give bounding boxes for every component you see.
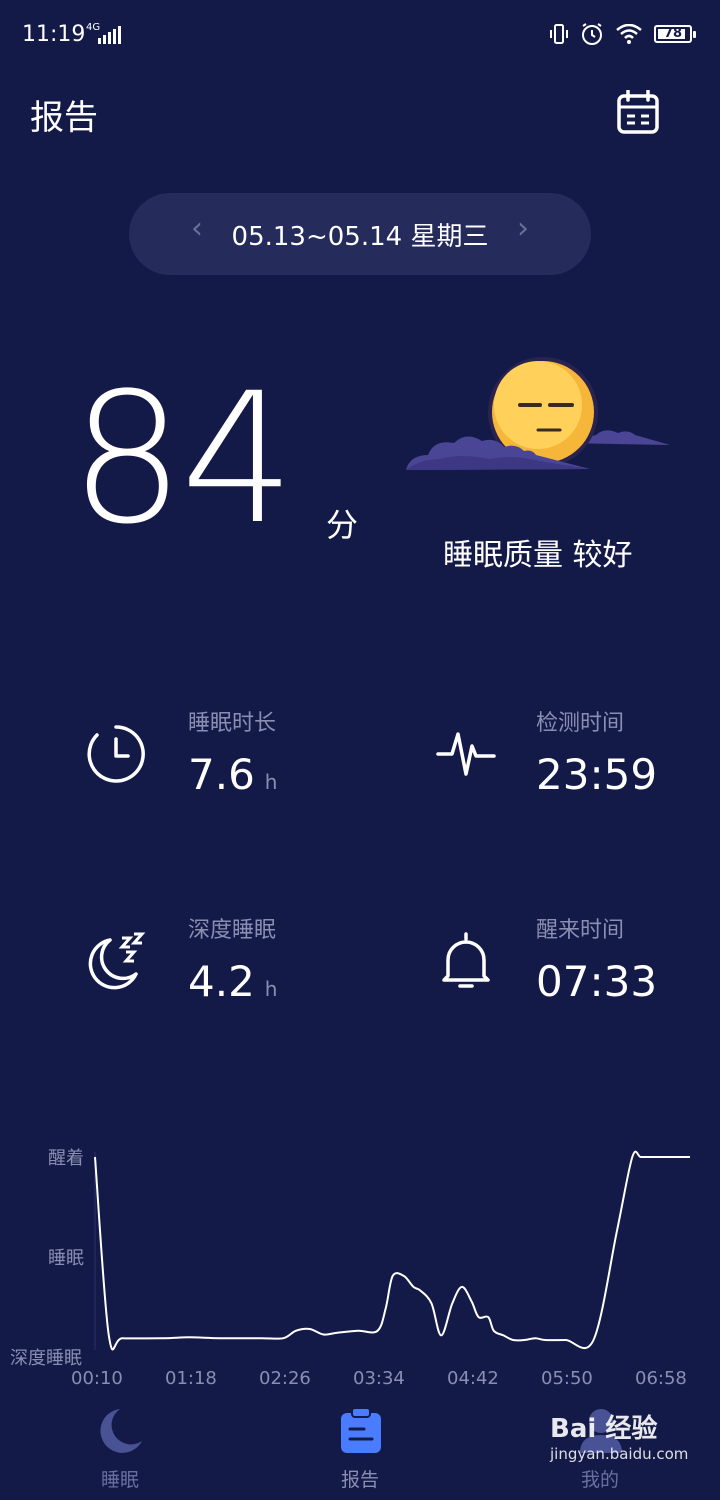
- stat-label-wake-time: 醒来时间: [536, 918, 625, 943]
- moon-zzz-icon: [88, 932, 146, 990]
- battery-icon: 78: [654, 25, 696, 43]
- watermark-brand: Bai 经验: [550, 1414, 658, 1444]
- score-unit: 分: [326, 506, 359, 544]
- nav-label-sleep: 睡眠: [100, 1469, 139, 1491]
- x-tick-5: 05:50: [541, 1368, 593, 1389]
- x-tick-3: 03:34: [353, 1368, 405, 1389]
- status-icons: 78: [550, 22, 696, 46]
- battery-level: 78: [663, 26, 683, 41]
- moon-icon: [100, 1409, 142, 1453]
- report-icon: [341, 1407, 381, 1453]
- x-tick-0: 00:10: [71, 1368, 123, 1389]
- stat-value-wake-time: 07:33: [536, 957, 658, 1006]
- nav-sleep[interactable]: 睡眠: [60, 1405, 180, 1495]
- alarm-icon: [582, 23, 602, 45]
- wifi-icon: [616, 24, 642, 44]
- stat-label-detect-time: 检测时间: [536, 711, 625, 736]
- stat-value-detect-time: 23:59: [536, 750, 658, 799]
- stat-deep-sleep: 4.2 h: [188, 957, 277, 1006]
- x-tick-4: 04:42: [447, 1368, 499, 1389]
- baidu-watermark: Bai 经验 jingyan.baidu.com: [550, 1408, 688, 1463]
- page-title: 报告: [30, 98, 98, 138]
- x-tick-2: 02:26: [259, 1368, 311, 1389]
- stat-value-duration: 7.6: [188, 750, 255, 799]
- heartbeat-icon: [436, 732, 496, 776]
- sleep-chart: [94, 1150, 690, 1351]
- status-time: 11:19: [22, 22, 86, 47]
- sleep-series-line: [94, 1150, 690, 1351]
- nav-report[interactable]: 报告: [300, 1405, 420, 1495]
- next-date-button[interactable]: ›: [517, 211, 529, 246]
- sleepy-moon-icon: [406, 357, 670, 470]
- date-selector: ‹ 05.13~05.14 星期三 ›: [129, 193, 591, 275]
- x-tick-1: 01:18: [165, 1368, 217, 1389]
- stat-label-duration: 睡眠时长: [188, 711, 277, 736]
- signal-icon: [98, 26, 121, 44]
- vibrate-icon: [550, 24, 568, 44]
- stat-value-deep-sleep: 4.2: [188, 957, 255, 1006]
- stat-duration: 7.6 h: [188, 750, 277, 799]
- watermark-url: jingyan.baidu.com: [550, 1445, 689, 1463]
- sleep-score: 84: [70, 355, 295, 564]
- clock-icon: [87, 725, 145, 783]
- calendar-icon[interactable]: [617, 90, 659, 134]
- date-range-text: 05.13~05.14 星期三: [231, 221, 489, 252]
- x-tick-6: 06:58: [635, 1368, 687, 1389]
- stat-label-deep-sleep: 深度睡眠: [188, 918, 277, 943]
- bell-icon: [442, 932, 490, 988]
- nav-label-report: 报告: [340, 1469, 379, 1491]
- sleep-quality-text: 睡眠质量 较好: [443, 538, 633, 573]
- stat-unit-deep-sleep: h: [264, 977, 278, 1001]
- nav-label-profile: 我的: [580, 1469, 619, 1491]
- stat-unit-duration: h: [264, 770, 278, 794]
- prev-date-button[interactable]: ‹: [191, 211, 203, 246]
